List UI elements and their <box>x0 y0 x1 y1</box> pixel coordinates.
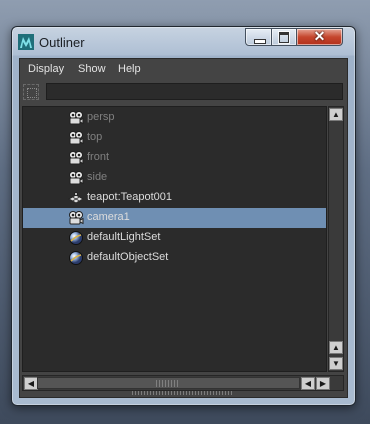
grip-icon <box>156 380 178 387</box>
camera-icon <box>68 110 84 126</box>
close-button[interactable]: ✕ <box>296 28 343 46</box>
menu-help[interactable]: Help <box>118 63 141 75</box>
scroll-down-button[interactable]: ▼ <box>329 357 343 370</box>
scroll-up-button[interactable]: ▲ <box>329 108 343 121</box>
menu-show[interactable]: Show <box>78 63 106 75</box>
search-input[interactable] <box>46 83 343 100</box>
outliner-list[interactable]: persp top front side teapot:Teapot001 camera1… <box>22 106 327 372</box>
minimize-icon <box>254 39 266 44</box>
outliner-panel: Display Show Help persp top front side teapo… <box>19 58 348 398</box>
outliner-window: Outliner ✕ Display Show Help persp top fro… <box>11 26 356 406</box>
mesh-icon <box>67 190 85 206</box>
maximize-icon <box>278 31 290 44</box>
camera-icon <box>68 150 84 166</box>
outliner-item-label: front <box>87 151 110 163</box>
scroll-left-button-right[interactable]: ◀ <box>301 377 315 390</box>
outliner-item[interactable]: camera1 <box>23 208 326 228</box>
camera-icon <box>68 130 84 146</box>
horizontal-scrollbar[interactable]: ◀ ◀ ▶ <box>22 375 344 391</box>
outliner-item-label: persp <box>87 111 115 123</box>
maximize-button[interactable] <box>271 28 297 46</box>
scroll-right-button[interactable]: ▶ <box>316 377 330 390</box>
outliner-item[interactable]: defaultObjectSet <box>23 248 326 268</box>
outliner-item-label: defaultLightSet <box>87 231 161 243</box>
horizontal-scroll-thumb[interactable] <box>37 377 300 389</box>
maya-app-icon <box>18 34 34 50</box>
outliner-item[interactable]: persp <box>23 108 326 128</box>
camera-icon <box>68 170 84 186</box>
set-icon <box>68 230 84 246</box>
minimize-button[interactable] <box>245 28 272 46</box>
outliner-item-label: defaultObjectSet <box>87 251 169 263</box>
outliner-item[interactable]: front <box>23 148 326 168</box>
menu-bar: Display Show Help <box>20 59 347 80</box>
menu-display[interactable]: Display <box>28 63 64 75</box>
outliner-item[interactable]: side <box>23 168 326 188</box>
set-icon <box>68 250 84 266</box>
scroll-up-button-lower[interactable]: ▲ <box>329 341 343 354</box>
filter-row <box>20 81 347 103</box>
outliner-item[interactable]: top <box>23 128 326 148</box>
camera-icon <box>68 210 84 226</box>
outliner-item[interactable]: teapot:Teapot001 <box>23 188 326 208</box>
outliner-item-label: side <box>87 171 108 183</box>
close-icon: ✕ <box>313 28 326 44</box>
vertical-scrollbar[interactable]: ▲ ▲ ▼ <box>328 106 344 372</box>
resize-grip[interactable] <box>132 391 232 395</box>
outliner-item[interactable]: defaultLightSet <box>23 228 326 248</box>
outliner-item-label: camera1 <box>87 211 130 223</box>
outliner-item-label: teapot:Teapot001 <box>87 191 173 203</box>
filter-select-icon[interactable] <box>23 84 39 100</box>
scroll-left-button[interactable]: ◀ <box>24 377 38 390</box>
window-title: Outliner <box>39 35 85 50</box>
outliner-item-label: top <box>87 131 103 143</box>
